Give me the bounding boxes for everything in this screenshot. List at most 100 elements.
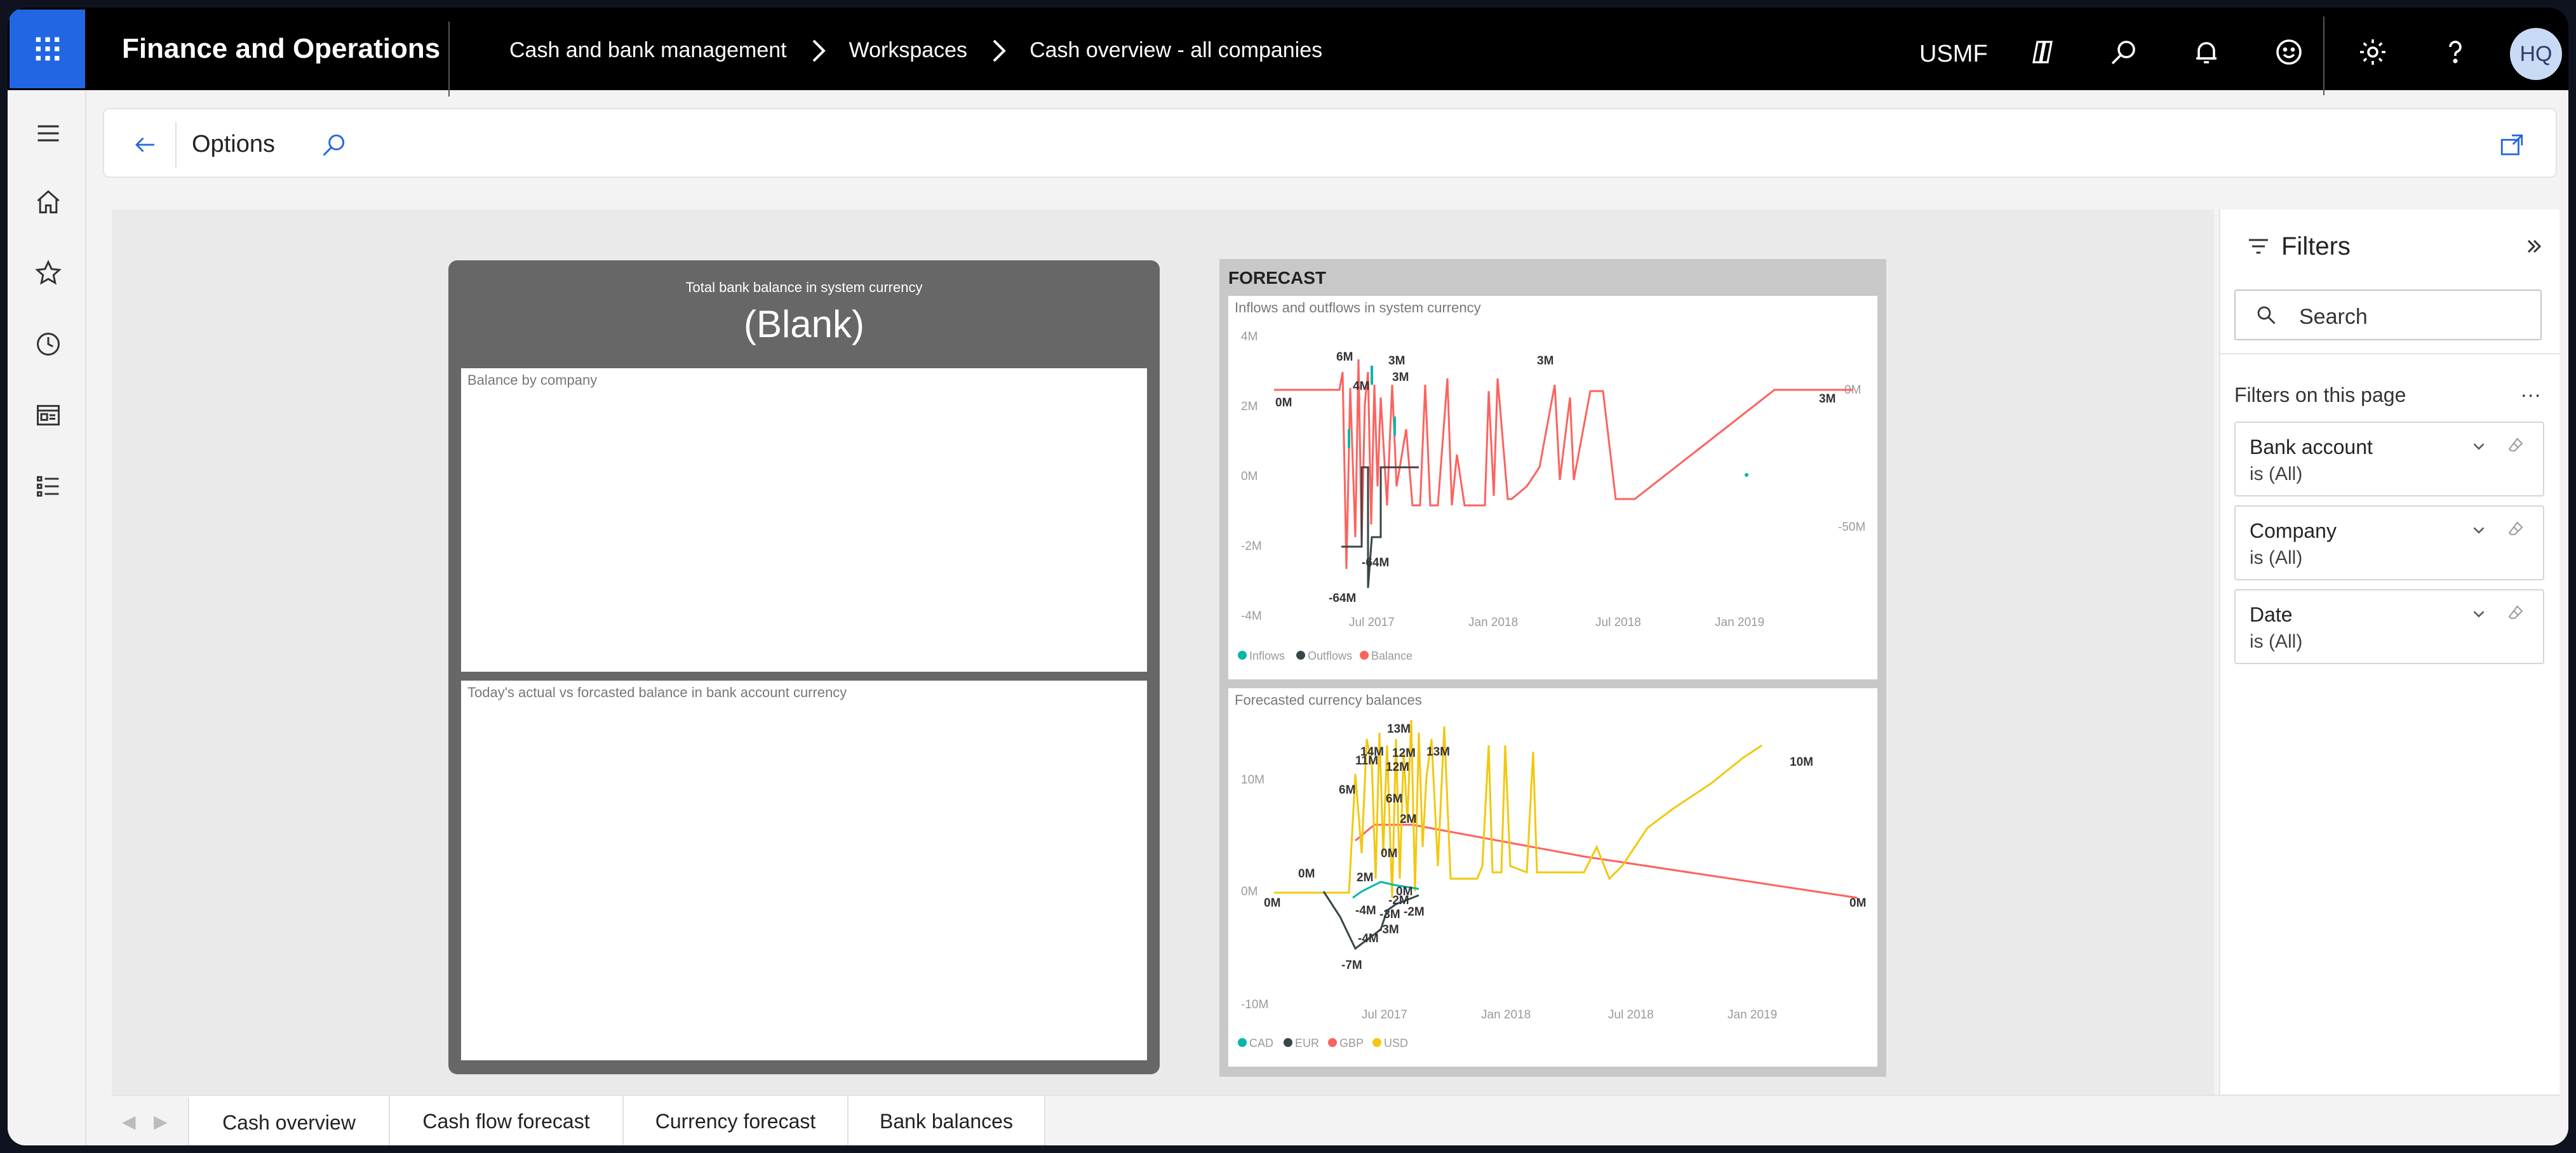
smiley-icon[interactable] [2274,37,2304,67]
open-in-new-window-icon[interactable] [2499,132,2525,159]
home-icon[interactable] [34,188,62,216]
star-icon[interactable] [34,259,62,287]
filters-search-input[interactable] [2299,305,2528,330]
y-tick-label: 0M [1241,470,1258,483]
currency-balances-chart[interactable]: Forecasted currency balances 10M 0M -10M… [1228,688,1877,1067]
bell-icon[interactable] [2191,37,2222,67]
top-bar: Finance and Operations Cash and bank man… [8,8,2568,97]
data-label: 0M [1849,896,1866,910]
search-icon[interactable] [320,131,348,159]
help-icon[interactable] [2440,37,2471,67]
report-canvas: Total bank balance in system currency (B… [112,210,2214,1095]
divider [175,122,177,168]
chevron-down-icon[interactable] [2469,604,2488,623]
inflows-outflows-chart[interactable]: Inflows and outflows in system currency … [1228,296,1877,679]
workspaces-icon[interactable] [34,401,62,429]
next-page-icon[interactable]: ▶ [154,1111,168,1132]
filter-value: is (All) [2250,463,2303,484]
data-label: 2M [1357,871,1373,884]
y-tick-label: 0M [1241,885,1258,898]
app-title[interactable]: Finance and Operations [122,33,440,65]
data-label: -2M [1404,905,1425,919]
chart-title: Forecasted currency balances [1235,692,1422,708]
y-tick-label: 2M [1241,400,1258,413]
filter-icon [2249,239,2268,254]
legend-marker-inflows [1238,651,1247,660]
data-label: -64M [1362,556,1389,570]
copilot-icon[interactable] [2027,37,2058,67]
x-tick-label: Jul 2017 [1349,616,1395,629]
bank-balance-panel: Total bank balance in system currency (B… [448,260,1160,1074]
divider [2323,17,2324,95]
data-label: 13M [1387,723,1411,736]
breadcrumb-item[interactable]: Cash overview - all companies [1030,38,1322,63]
legend-label[interactable]: Outflows [1308,650,1352,662]
tab-currency-forecast[interactable]: Currency forecast [622,1096,849,1145]
search-icon[interactable] [2109,37,2139,67]
search-icon [2257,306,2276,324]
company-picker[interactable]: USMF [1919,41,1988,68]
tab-cash-overview[interactable]: Cash overview [188,1096,390,1145]
left-navigation [8,90,86,1145]
legend-label[interactable]: CAD [1249,1037,1273,1050]
chevron-right-icon [993,39,1006,62]
data-label: 0M [1298,867,1315,881]
balance-by-company-card[interactable]: Balance by company [461,368,1147,672]
data-label: -4M [1358,932,1379,945]
data-label: -3M [1379,908,1400,921]
back-arrow-icon[interactable] [132,131,159,158]
waffle-icon [36,37,59,61]
filter-card-date[interactable]: Date is (All) [2234,589,2544,664]
data-label: 3M [1819,392,1835,406]
clock-icon[interactable] [34,330,62,358]
data-label: 0M [1381,847,1397,860]
data-label: 0M [1275,396,1292,410]
divider [448,22,450,97]
breadcrumb-item[interactable]: Workspaces [849,38,967,63]
data-label: 3M [1392,371,1409,384]
app-launcher-button[interactable] [10,10,85,88]
x-tick-label: Jan 2019 [1727,1008,1777,1022]
data-label: 2M [1400,813,1416,826]
clear-filter-icon[interactable] [2506,603,2525,622]
legend-label[interactable]: EUR [1295,1037,1319,1050]
avatar[interactable]: HQ [2510,28,2562,80]
y2-tick-label: -50M [1838,521,1865,534]
chevron-down-icon[interactable] [2469,521,2488,540]
legend-label[interactable]: Inflows [1249,650,1285,662]
legend-marker-eur [1284,1038,1292,1047]
tab-cash-flow-forecast[interactable]: Cash flow forecast [389,1096,624,1145]
data-label: 12M [1392,747,1416,760]
gear-icon[interactable] [2358,37,2388,67]
series-inflows-mark [1745,473,1748,477]
collapse-chevron-icon[interactable] [2523,235,2546,258]
options-button[interactable]: Options [192,131,275,158]
actual-vs-forecast-card[interactable]: Today's actual vs forcasted balance in b… [461,681,1147,1060]
chart-canvas: Forecasted currency balances 10M 0M -10M… [1235,692,1866,1050]
chevron-down-icon[interactable] [2469,437,2488,456]
more-options-button[interactable]: ... [2521,378,2542,402]
modules-list-icon[interactable] [34,472,62,500]
app-window: Finance and Operations Cash and bank man… [8,8,2568,1145]
report-page-tabs: ◀ ▶ Cash overview Cash flow forecast Cur… [112,1095,2559,1145]
filter-card-company[interactable]: Company is (All) [2234,505,2544,580]
tab-bank-balances[interactable]: Bank balances [847,1096,1045,1145]
card-title: Today's actual vs forcasted balance in b… [467,684,847,700]
clear-filter-icon[interactable] [2506,436,2525,455]
filter-name: Bank account [2250,436,2373,458]
legend-label[interactable]: Balance [1371,650,1412,662]
clear-filter-icon[interactable] [2506,519,2525,538]
legend-label[interactable]: USD [1384,1037,1408,1050]
data-label: 6M [1386,792,1402,806]
breadcrumb-item[interactable]: Cash and bank management [509,38,787,63]
data-label: 13M [1426,745,1450,759]
filters-search-box[interactable] [2234,290,2542,340]
previous-page-icon[interactable]: ◀ [122,1111,136,1132]
filter-card-bank-account[interactable]: Bank account is (All) [2234,422,2544,497]
panel-label: FORECAST [1228,268,1326,288]
data-label: -7M [1341,959,1362,972]
legend-label[interactable]: GBP [1339,1037,1364,1050]
card-title: Balance by company [467,372,598,388]
hamburger-icon[interactable] [34,119,62,147]
filter-value: is (All) [2250,547,2303,568]
